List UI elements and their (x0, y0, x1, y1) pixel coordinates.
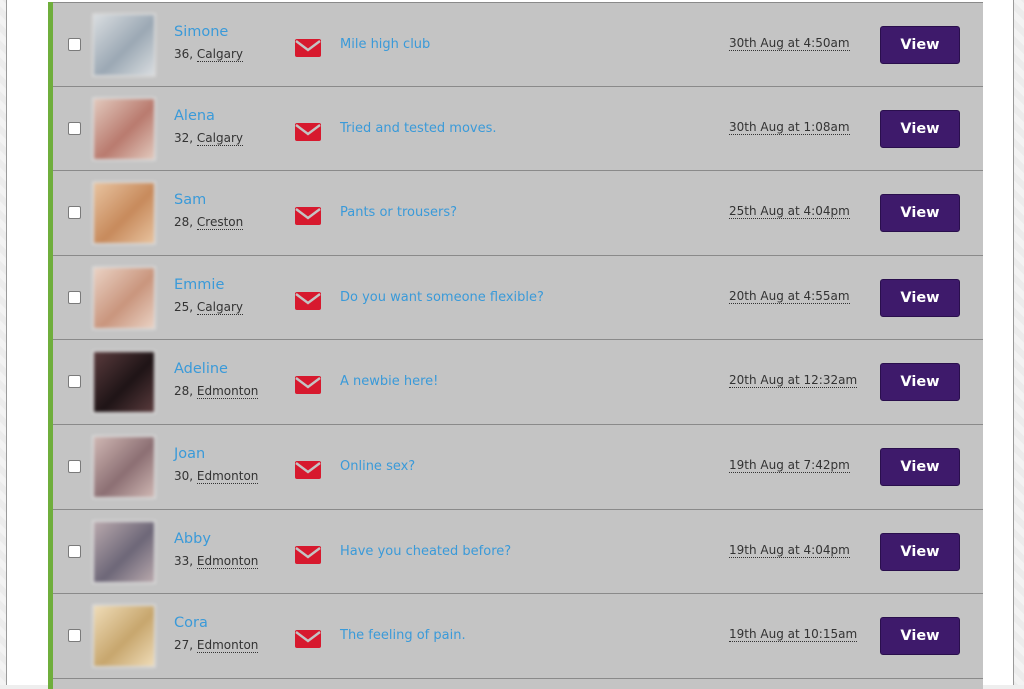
message-subject-link[interactable]: A newbie here! (340, 374, 438, 389)
message-row: Emmie 25, Calgary Do you want someone fl… (53, 255, 983, 341)
message-date: 25th Aug at 4:04pm (729, 204, 850, 220)
avatar[interactable] (92, 13, 156, 77)
message-date: 30th Aug at 1:08am (729, 119, 850, 135)
sender-name-link[interactable]: Emmie (174, 277, 224, 293)
sender-age: 28 (174, 215, 190, 230)
message-date: 20th Aug at 12:32am (729, 373, 858, 389)
message-subject-link[interactable]: The feeling of pain. (340, 628, 466, 643)
inbox-panel: Simone 36, Calgary Mile high club 30th A… (6, 0, 1014, 689)
sender-city: Calgary (196, 47, 243, 62)
message-row-partial (53, 678, 983, 689)
avatar[interactable] (92, 604, 156, 669)
sender-age: 32 (174, 130, 190, 145)
sender-age-city: 36, Calgary (174, 47, 243, 62)
sender-age-city: 28, Edmonton (174, 384, 259, 400)
envelope-icon (294, 543, 322, 569)
message-date: 19th Aug at 4:04pm (729, 542, 850, 558)
message-subject-link[interactable]: Pants or trousers? (340, 205, 457, 220)
select-checkbox[interactable] (68, 544, 81, 558)
view-button[interactable]: View (880, 194, 960, 233)
view-button[interactable]: View (880, 278, 960, 317)
sender-age-city: 28, Creston (174, 215, 244, 231)
sender-age-city: 32, Calgary (174, 130, 243, 146)
view-button[interactable]: View (880, 109, 960, 148)
sender-name-link[interactable]: Alena (174, 108, 215, 124)
sender-age: 36 (174, 47, 190, 61)
view-button[interactable]: View (880, 617, 960, 656)
sender-name-link[interactable]: Adeline (174, 361, 228, 377)
avatar[interactable] (92, 181, 156, 246)
message-date: 19th Aug at 7:42pm (729, 457, 850, 473)
select-checkbox[interactable] (68, 459, 81, 473)
sender-city: Edmonton (196, 638, 259, 654)
message-subject-link[interactable]: Tried and tested moves. (340, 121, 497, 136)
select-checkbox[interactable] (68, 290, 81, 304)
envelope-icon (294, 627, 322, 653)
sender-name-link[interactable]: Joan (174, 446, 205, 462)
view-button[interactable]: View (880, 532, 960, 571)
view-button[interactable]: View (880, 447, 960, 486)
sender-city: Creston (196, 215, 244, 231)
sender-age: 33 (174, 553, 190, 568)
envelope-icon (294, 36, 322, 62)
avatar[interactable] (92, 350, 156, 415)
sender-name-link[interactable]: Sam (174, 192, 206, 208)
envelope-icon (294, 120, 322, 146)
view-button[interactable]: View (880, 363, 960, 402)
sender-age-city: 30, Edmonton (174, 468, 259, 484)
envelope-icon (294, 458, 322, 484)
message-row: Abby 33, Edmonton Have you cheated befor… (53, 509, 983, 595)
message-date: 20th Aug at 4:55am (729, 288, 850, 304)
sender-city: Edmonton (196, 553, 259, 569)
avatar[interactable] (92, 434, 156, 499)
select-checkbox[interactable] (68, 375, 81, 389)
message-subject-link[interactable]: Do you want someone flexible? (340, 290, 544, 305)
avatar[interactable] (92, 96, 156, 161)
avatar[interactable] (92, 265, 156, 330)
select-checkbox[interactable] (68, 38, 81, 51)
sender-city: Calgary (196, 299, 243, 315)
message-subject-link[interactable]: Mile high club (340, 37, 430, 52)
message-row: Cora 27, Edmonton The feeling of pain. 1… (53, 594, 983, 679)
sender-name-link[interactable]: Simone (174, 24, 228, 40)
sender-age: 27 (174, 638, 190, 653)
message-date: 19th Aug at 10:15am (729, 627, 858, 643)
select-checkbox[interactable] (68, 629, 81, 643)
envelope-icon (294, 204, 322, 230)
message-row: Sam 28, Creston Pants or trousers? 25th … (53, 171, 983, 256)
sender-city: Calgary (196, 130, 243, 146)
view-button[interactable]: View (880, 26, 960, 64)
sender-age: 30 (174, 468, 190, 483)
message-subject-link[interactable]: Online sex? (340, 459, 415, 474)
sender-age-city: 33, Edmonton (174, 553, 259, 569)
message-subject-link[interactable]: Have you cheated before? (340, 544, 511, 559)
sender-city: Edmonton (196, 468, 259, 484)
message-row: Joan 30, Edmonton Online sex? 19th Aug a… (53, 424, 983, 510)
message-row: Adeline 28, Edmonton A newbie here! 20th… (53, 340, 983, 425)
message-date: 30th Aug at 4:50am (729, 36, 850, 51)
message-row: Simone 36, Calgary Mile high club 30th A… (53, 2, 983, 87)
select-checkbox[interactable] (68, 121, 81, 135)
sender-age-city: 27, Edmonton (174, 638, 259, 654)
message-list: Simone 36, Calgary Mile high club 30th A… (48, 2, 983, 689)
message-row: Alena 32, Calgary Tried and tested moves… (53, 86, 983, 172)
envelope-icon (294, 373, 322, 399)
sender-name-link[interactable]: Abby (174, 531, 211, 547)
sender-age: 28 (174, 384, 190, 399)
avatar[interactable] (92, 519, 156, 584)
envelope-icon (294, 289, 322, 315)
sender-age-city: 25, Calgary (174, 299, 243, 315)
select-checkbox[interactable] (68, 206, 81, 220)
sender-name-link[interactable]: Cora (174, 615, 208, 631)
sender-city: Edmonton (196, 384, 259, 400)
sender-age: 25 (174, 299, 190, 314)
